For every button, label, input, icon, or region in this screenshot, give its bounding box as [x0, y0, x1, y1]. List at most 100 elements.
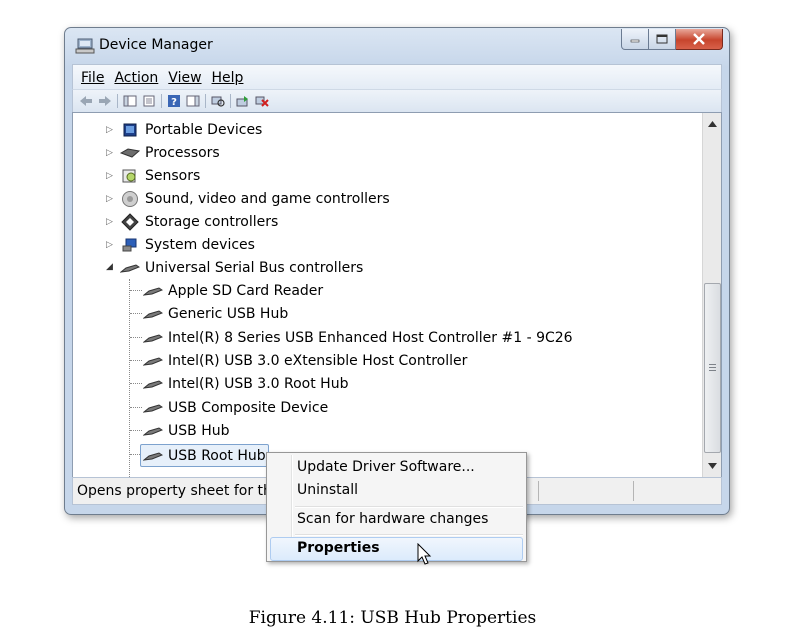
- expand-arrow-icon[interactable]: ▷: [106, 148, 113, 158]
- chevron-down-icon: [707, 463, 717, 469]
- device-manager-window: Device Manager File Action View Help ? ▷…: [64, 27, 730, 515]
- vertical-scrollbar[interactable]: [702, 113, 721, 477]
- tree-category-label: Portable Devices: [145, 122, 263, 138]
- tree-category-label: Sensors: [145, 168, 201, 184]
- menu-help[interactable]: Help: [212, 70, 244, 86]
- tree-category-label: Sound, video and game controllers: [145, 191, 390, 207]
- grip-icon: [709, 364, 716, 371]
- usb-icon: [143, 306, 163, 322]
- tree-device-label: Apple SD Card Reader: [168, 283, 324, 299]
- menu-bar: File Action View Help: [72, 64, 722, 90]
- menu-separator: [295, 506, 523, 508]
- toolbar-separator: [230, 94, 231, 108]
- tree-device-item[interactable]: Intel(R) USB 3.0 eXtensible Host Control…: [143, 350, 467, 372]
- properties-toolbar-button[interactable]: [141, 94, 157, 108]
- show-hide-console-tree-button[interactable]: [122, 94, 138, 108]
- menu-help-label: Help: [211, 69, 244, 86]
- tree-device-label: Intel(R) 8 Series USB Enhanced Host Cont…: [168, 330, 573, 346]
- help-icon: ?: [168, 95, 180, 108]
- close-icon: [693, 33, 705, 45]
- tree-category-label: System devices: [145, 237, 255, 253]
- expand-arrow-icon[interactable]: ▷: [106, 194, 113, 204]
- tree-connector: [130, 407, 142, 408]
- expand-arrow-icon[interactable]: ▷: [106, 240, 113, 250]
- tree-device-item[interactable]: Intel(R) USB 3.0 Root Hub: [143, 373, 348, 395]
- menu-item-scan-hardware[interactable]: Scan for hardware changes: [297, 511, 488, 527]
- expand-arrow-icon[interactable]: ▷: [106, 125, 113, 135]
- close-button[interactable]: [676, 29, 723, 50]
- tree-category[interactable]: ▷ Storage controllers: [106, 211, 278, 233]
- collapse-arrow-icon[interactable]: ◢: [106, 262, 113, 272]
- scrollbar-thumb[interactable]: [704, 283, 721, 453]
- tree-category[interactable]: ▷ Portable Devices: [106, 119, 262, 141]
- scroll-up-button[interactable]: [703, 115, 721, 133]
- tree-connector: [130, 313, 142, 314]
- console-tree-icon: [123, 95, 137, 107]
- usb-icon: [143, 423, 163, 439]
- tree-connector: [130, 290, 142, 291]
- tree-device-item[interactable]: Apple SD Card Reader: [143, 280, 323, 302]
- expand-arrow-icon[interactable]: ▷: [106, 171, 113, 181]
- usb-icon: [143, 448, 163, 464]
- menu-action-label: Action: [114, 69, 159, 86]
- usb-icon: [143, 400, 163, 416]
- update-driver-button[interactable]: [235, 94, 251, 108]
- tree-category-label: Processors: [145, 145, 220, 161]
- properties-sheet-icon: [143, 95, 155, 107]
- menu-view-label: View: [168, 69, 202, 86]
- toolbar-separator: [117, 94, 118, 108]
- status-divider: [538, 481, 539, 501]
- toolbar: ?: [72, 89, 722, 113]
- system-devices-icon: [120, 237, 140, 253]
- forward-button[interactable]: [97, 94, 113, 108]
- chevron-up-icon: [707, 121, 717, 127]
- tree-device-label: USB Root Hub: [168, 447, 266, 464]
- minimize-button[interactable]: [621, 29, 649, 50]
- tree-device-item[interactable]: USB Hub: [143, 420, 229, 442]
- device-manager-icon: [75, 38, 95, 54]
- tree-category[interactable]: ▷ Processors: [106, 142, 220, 164]
- minimize-icon: [630, 39, 640, 43]
- tree-category[interactable]: ▷ System devices: [106, 234, 255, 256]
- scan-hardware-button[interactable]: [210, 94, 226, 108]
- uninstall-button[interactable]: [254, 94, 270, 108]
- menu-item-properties[interactable]: Properties: [297, 540, 380, 556]
- usb-icon: [143, 376, 163, 392]
- back-button[interactable]: [78, 94, 94, 108]
- sensor-icon: [120, 168, 140, 184]
- back-arrow-icon: [80, 96, 92, 106]
- menu-file-label: File: [81, 69, 105, 86]
- tree-device-label: Generic USB Hub: [168, 306, 289, 322]
- toolbar-separator: [161, 94, 162, 108]
- tree-category[interactable]: ▷ Sensors: [106, 165, 200, 187]
- action-pane-button[interactable]: [185, 94, 201, 108]
- tree-device-label: USB Hub: [168, 423, 230, 439]
- usb-icon: [143, 283, 163, 299]
- tree-device-item[interactable]: Intel(R) 8 Series USB Enhanced Host Cont…: [143, 327, 573, 349]
- maximize-button[interactable]: [649, 29, 676, 50]
- scroll-down-button[interactable]: [703, 457, 721, 475]
- menu-item-uninstall[interactable]: Uninstall: [297, 482, 358, 498]
- uninstall-icon: [255, 96, 269, 107]
- tree-connector: [130, 337, 142, 338]
- tree-connector: [130, 383, 142, 384]
- menu-file[interactable]: File: [81, 70, 104, 86]
- tree-device-item[interactable]: USB Composite Device: [143, 397, 328, 419]
- expand-arrow-icon[interactable]: ▷: [106, 217, 113, 227]
- tree-device-item[interactable]: Generic USB Hub: [143, 303, 288, 325]
- menu-item-update-driver[interactable]: Update Driver Software...: [297, 459, 475, 475]
- tree-category-label: Universal Serial Bus controllers: [145, 260, 364, 276]
- tree-device-item-selected[interactable]: USB Root Hub: [140, 444, 269, 467]
- menu-action[interactable]: Action: [114, 70, 158, 86]
- tree-category-label: Storage controllers: [145, 214, 279, 230]
- help-toolbar-button[interactable]: ?: [166, 94, 182, 108]
- tree-category-expanded[interactable]: ◢ Universal Serial Bus controllers: [106, 257, 363, 279]
- device-tree-pane[interactable]: ▷ Portable Devices ▷ Processors ▷ Sensor…: [72, 112, 722, 485]
- tree-device-label: Intel(R) USB 3.0 eXtensible Host Control…: [168, 353, 468, 369]
- maximize-icon: [656, 34, 668, 44]
- title-bar[interactable]: Device Manager: [65, 28, 729, 64]
- menu-view[interactable]: View: [168, 70, 201, 86]
- context-menu: Update Driver Software... Uninstall Scan…: [266, 452, 527, 562]
- tree-category[interactable]: ▷ Sound, video and game controllers: [106, 188, 390, 210]
- usb-icon: [120, 260, 140, 276]
